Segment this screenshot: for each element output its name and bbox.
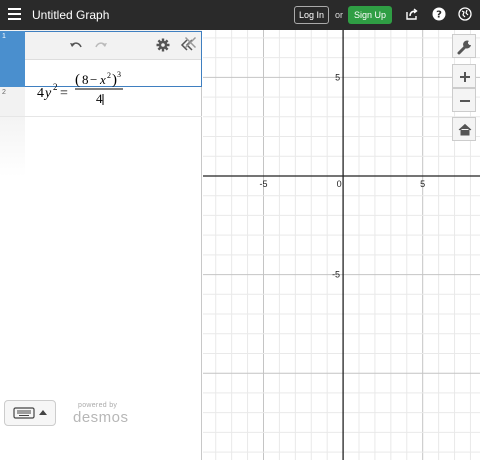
login-button[interactable]: Log In <box>294 6 329 24</box>
numerator-inner-exponent: 2 <box>107 71 111 80</box>
y-tick-label: 5 <box>335 72 340 82</box>
graph-settings-wrench-icon[interactable] <box>452 34 476 58</box>
expression-item-2[interactable] <box>25 87 202 117</box>
powered-by-label: powered by <box>78 402 118 409</box>
expression-index-tab-2[interactable]: 2 <box>0 87 25 117</box>
menu-icon[interactable] <box>8 8 21 20</box>
expression-index-tab[interactable]: 1 <box>0 31 25 87</box>
x-tick-label: 0 <box>337 179 342 189</box>
x-tick-label: 5 <box>420 179 425 189</box>
signup-button[interactable]: Sign Up <box>348 6 392 24</box>
share-icon[interactable] <box>405 7 419 21</box>
numerator-constant: 8 <box>82 72 89 87</box>
or-label: or <box>335 10 344 20</box>
numerator-open-paren: ( <box>75 72 80 88</box>
expression-index-2: 2 <box>2 89 6 96</box>
keyboard-toggle-button[interactable] <box>4 400 56 426</box>
numerator-outer-exponent: 3 <box>117 70 121 79</box>
expression-gutter <box>0 117 25 430</box>
svg-text:?: ? <box>436 10 442 21</box>
zoom-out-icon[interactable] <box>452 88 476 112</box>
y-tick-label: -5 <box>332 270 340 280</box>
graph-paper[interactable]: -5 0 5 5 -5 <box>203 30 480 460</box>
expression-index: 1 <box>2 33 6 40</box>
desmos-logo[interactable]: desmos <box>73 409 129 426</box>
numerator-minus: − <box>90 72 97 87</box>
graph-canvas[interactable]: -5 0 5 5 -5 <box>203 30 480 460</box>
top-bar: Untitled Graph Log In or Sign Up ? <box>0 0 480 30</box>
help-icon[interactable]: ? <box>432 7 446 21</box>
home-zoom-icon[interactable] <box>452 117 476 141</box>
zoom-in-icon[interactable] <box>452 64 476 88</box>
numerator-variable: x <box>99 72 106 87</box>
globe-icon[interactable] <box>458 7 472 21</box>
x-tick-label: -5 <box>259 179 267 189</box>
delete-expression-icon[interactable] <box>184 36 197 49</box>
graph-title[interactable]: Untitled Graph <box>32 8 109 22</box>
